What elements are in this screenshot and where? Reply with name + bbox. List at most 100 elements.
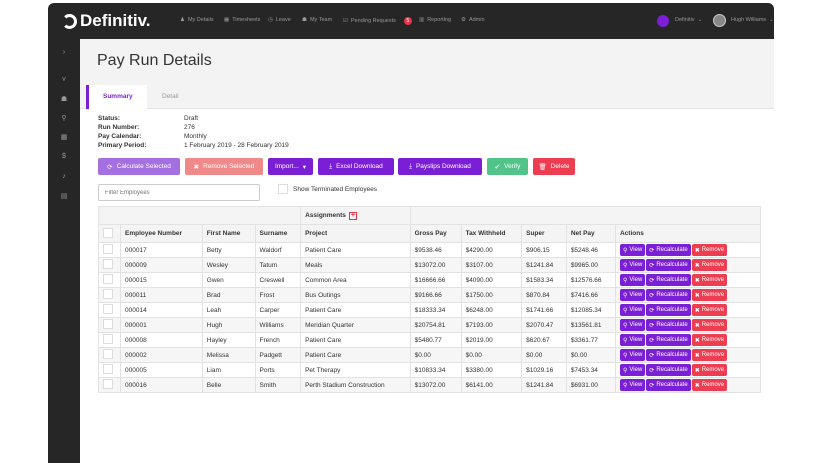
nav-admin[interactable]: ⚙ Admin: [461, 17, 485, 23]
view-button[interactable]: ⚲ View: [619, 334, 646, 346]
pay-calendar-row: Pay Calendar: Monthly: [98, 133, 207, 140]
row-checkbox[interactable]: [103, 364, 113, 374]
view-button[interactable]: ⚲ View: [619, 319, 646, 331]
avatar[interactable]: [713, 14, 726, 27]
row-checkbox[interactable]: [103, 259, 113, 269]
table-row[interactable]: 000011 Brad Frost Bus Outings $9166.66 $1750.…: [98, 287, 762, 303]
delete-button[interactable]: 🗑 Delete: [533, 158, 575, 175]
recalculate-button[interactable]: ⟳ Recalculate: [646, 244, 691, 256]
nav-pending-requests[interactable]: ☑ Pending Requests 5: [343, 17, 412, 25]
pin-icon[interactable]: ⚲: [48, 114, 80, 122]
row-checkbox[interactable]: [103, 319, 113, 329]
close-icon: ✖: [193, 163, 200, 171]
remove-button[interactable]: ✖ Remove: [691, 349, 728, 361]
column-header[interactable]: Surname: [254, 224, 302, 243]
employee-number-cell: 000005: [120, 362, 203, 378]
recalculate-button[interactable]: ⟳ Recalculate: [646, 349, 691, 361]
nav-reporting[interactable]: ▥ Reporting: [419, 17, 451, 23]
microphone-icon[interactable]: ♪: [48, 173, 80, 180]
remove-button[interactable]: ✖ Remove: [691, 319, 728, 331]
user-menu[interactable]: Hugh Williams ⌄: [731, 17, 774, 23]
org-switcher[interactable]: Definitiv ⌄: [675, 17, 702, 23]
excel-download-button[interactable]: ⤓ Excel Download: [318, 158, 394, 175]
remove-button[interactable]: ✖ Remove: [691, 334, 728, 346]
nav-my-team[interactable]: ☗ My Team: [302, 17, 332, 23]
table-row[interactable]: 000015 Gwen Creswell Common Area $16666.66 $4…: [98, 272, 762, 288]
column-header[interactable]: Gross Pay: [409, 224, 462, 243]
view-button[interactable]: ⚲ View: [619, 244, 646, 256]
show-terminated-toggle[interactable]: Show Terminated Employees: [278, 184, 377, 194]
column-header[interactable]: Super: [521, 224, 567, 243]
row-checkbox[interactable]: [103, 244, 113, 254]
recalculate-button[interactable]: ⟳ Recalculate: [646, 289, 691, 301]
table-row[interactable]: 000001 Hugh Williams Meridian Quarter $20754…: [98, 317, 762, 333]
view-button[interactable]: ⚲ View: [619, 304, 646, 316]
remove-button[interactable]: ✖ Remove: [691, 274, 728, 286]
table-row[interactable]: 000009 Wesley Tatum Meals $13072.00 $3107.00 $…: [98, 257, 762, 273]
show-terminated-checkbox[interactable]: [278, 184, 288, 194]
recalculate-button[interactable]: ⟳ Recalculate: [646, 304, 691, 316]
table-row[interactable]: 000005 Liam Ports Pet Therapy $10833.34 $3380…: [98, 362, 762, 378]
graduation-icon[interactable]: ☗: [48, 95, 80, 103]
view-button[interactable]: ⚲ View: [619, 364, 646, 376]
remove-button[interactable]: ✖ Remove: [691, 244, 728, 256]
import-dropdown-button[interactable]: Import... ▾: [268, 158, 313, 175]
select-all-checkbox[interactable]: [103, 227, 113, 238]
remove-button[interactable]: ✖ Remove: [691, 364, 728, 376]
row-checkbox[interactable]: [103, 334, 113, 344]
calendar-icon[interactable]: ▦: [48, 133, 80, 141]
expand-chevron-icon[interactable]: ›: [48, 49, 80, 56]
nav-my-details[interactable]: ♟ My Details: [180, 17, 214, 23]
clipboard-icon[interactable]: ▤: [48, 192, 80, 200]
column-header[interactable]: First Name: [201, 224, 256, 243]
table-row[interactable]: 000017 Betty Waldorf Patient Care $9538.46 $4…: [98, 242, 762, 258]
expand-plus-icon[interactable]: +: [348, 211, 357, 220]
remove-button[interactable]: ✖ Remove: [691, 289, 728, 301]
employee-number-cell: 000016: [120, 377, 203, 393]
row-checkbox[interactable]: [103, 349, 113, 359]
dollar-icon[interactable]: $: [48, 153, 80, 160]
remove-selected-button[interactable]: ✖ Remove Selected: [185, 158, 263, 175]
nav-timesheets[interactable]: ▦ Timesheets: [224, 17, 260, 23]
logo[interactable]: Definitiv.: [62, 11, 151, 31]
recalculate-button[interactable]: ⟳ Recalculate: [646, 259, 691, 271]
row-checkbox[interactable]: [103, 274, 113, 284]
recalculate-button[interactable]: ⟳ Recalculate: [646, 379, 691, 391]
filter-icon[interactable]: ⋎: [48, 75, 80, 83]
close-icon: ✖: [694, 382, 700, 389]
column-header[interactable]: Net Pay: [565, 224, 616, 243]
table-row[interactable]: 000008 Hayley French Patient Care $5480.77 $2…: [98, 332, 762, 348]
column-header[interactable]: Actions: [614, 224, 762, 243]
filter-employees-input[interactable]: [98, 184, 260, 201]
verify-button[interactable]: ✔ Verify: [487, 158, 528, 175]
payslips-download-button[interactable]: ⤓ Payslips Download: [398, 158, 482, 175]
project-cell: Patient Care: [300, 332, 411, 348]
recalculate-button[interactable]: ⟳ Recalculate: [646, 364, 691, 376]
calculate-selected-button[interactable]: ⟳ Calculate Selected: [98, 158, 180, 175]
view-button[interactable]: ⚲ View: [619, 289, 646, 301]
column-header[interactable]: Employee Number: [120, 224, 203, 243]
view-button[interactable]: ⚲ View: [619, 349, 646, 361]
view-button[interactable]: ⚲ View: [619, 259, 646, 271]
row-checkbox[interactable]: [103, 289, 113, 299]
recalculate-button[interactable]: ⟳ Recalculate: [646, 274, 691, 286]
remove-button[interactable]: ✖ Remove: [691, 379, 728, 391]
view-button[interactable]: ⚲ View: [619, 379, 646, 391]
remove-button[interactable]: ✖ Remove: [691, 304, 728, 316]
view-button[interactable]: ⚲ View: [619, 274, 646, 286]
table-row[interactable]: 000002 Melissa Padgett Patient Care $0.00 $0.…: [98, 347, 762, 363]
recalculate-button[interactable]: ⟳ Recalculate: [646, 319, 691, 331]
row-checkbox[interactable]: [103, 379, 113, 389]
recalculate-button[interactable]: ⟳ Recalculate: [646, 334, 691, 346]
super-cell: $1029.16: [521, 362, 567, 378]
column-header[interactable]: Project: [300, 224, 411, 243]
column-header[interactable]: Tax Withheld: [460, 224, 523, 243]
nav-leave[interactable]: ◷ Leave: [268, 17, 291, 23]
tab-summary[interactable]: Summary: [86, 85, 147, 109]
remove-button[interactable]: ✖ Remove: [691, 259, 728, 271]
table-row[interactable]: 000014 Leah Carper Patient Care $18333.34 $62…: [98, 302, 762, 318]
table-row[interactable]: 000016 Belle Smith Perth Stadium Constructi…: [98, 377, 762, 393]
tab-detail[interactable]: Detail: [148, 85, 193, 109]
org-logo-icon[interactable]: [657, 15, 669, 27]
row-checkbox[interactable]: [103, 304, 113, 314]
